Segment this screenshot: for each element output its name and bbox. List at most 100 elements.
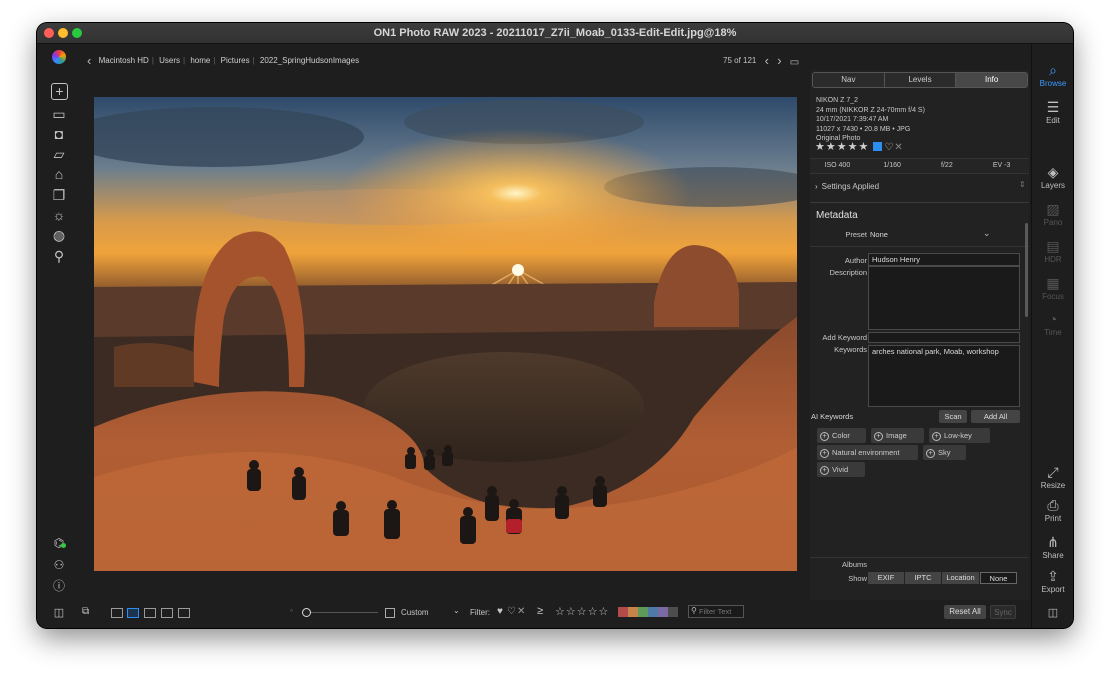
ai-keyword-chip[interactable]: + Color (817, 428, 866, 443)
hdr-tool[interactable]: ▤ HDR (1032, 238, 1073, 264)
thumb-size-knob[interactable] (302, 608, 311, 617)
person-icon[interactable]: ⚇ (50, 556, 68, 574)
star-icon[interactable]: ★ (859, 141, 870, 153)
filter-text-box[interactable]: ⚲ (688, 605, 744, 618)
keywords-field[interactable]: arches national park, Moab, workshop (868, 345, 1020, 407)
star-icon[interactable]: ★ (837, 141, 848, 153)
monitor-icon[interactable]: ▭ (50, 105, 68, 123)
folder-cloud-icon[interactable]: ▱ (50, 145, 68, 163)
print-tool[interactable]: ⎙ Print (1032, 497, 1073, 523)
color-filter-none[interactable] (668, 607, 678, 617)
add-all-button[interactable]: Add All (971, 410, 1020, 423)
right-panel-toggle[interactable]: ◫ (1032, 605, 1073, 622)
reset-all-button[interactable]: Reset All (944, 605, 986, 619)
chevron-right-icon: › (815, 182, 818, 191)
status-dot (61, 543, 66, 548)
star-icon[interactable]: ★ (848, 141, 859, 153)
breadcrumb-item[interactable]: Pictures (221, 56, 250, 65)
show-location-button[interactable]: Location (942, 572, 980, 584)
focus-tool[interactable]: ▦ Focus (1032, 275, 1073, 301)
albums-icon[interactable]: ❐ (50, 186, 68, 204)
plugin-icon[interactable]: ⌬ (50, 534, 68, 552)
filter-stars[interactable]: ☆☆☆☆☆ (555, 605, 609, 618)
app-window: ON1 Photo RAW 2023 - 20211017_Z7ii_Moab_… (37, 23, 1073, 628)
filmstrip-toggle-icon[interactable]: ⧉ (82, 606, 89, 617)
file-dimensions: 11027 x 7430 • 20.8 MB • JPG (816, 125, 911, 133)
ai-keyword-chip[interactable]: + Vivid (817, 462, 865, 477)
left-panel-toggle-icon[interactable]: ◫ (50, 604, 68, 622)
pano-tool[interactable]: ▨ Pano (1032, 201, 1073, 227)
drive-icon[interactable]: ⌂ (50, 165, 68, 183)
show-iptc-button[interactable]: IPTC (905, 572, 942, 584)
filter-like-icon[interactable]: ♡ (507, 606, 516, 617)
layers-tool[interactable]: ◈ Layers (1032, 164, 1073, 190)
filmstrip-view-icon[interactable] (144, 608, 156, 618)
updown-icon[interactable]: ⇕ (1019, 180, 1026, 189)
chevron-down-icon[interactable]: ⌄ (983, 228, 991, 239)
breadcrumb-item[interactable]: home (190, 56, 210, 65)
pager: 75 of 121 ‹ › ▭ (723, 51, 799, 68)
breadcrumb-item[interactable]: Users (159, 56, 180, 65)
next-chevron-icon[interactable]: › (777, 53, 781, 68)
settings-applied-toggle[interactable]: › Settings Applied (815, 182, 879, 191)
tab-nav[interactable]: Nav (813, 73, 885, 87)
light-icon[interactable]: ☼ (50, 206, 68, 224)
panel-scrollbar[interactable] (1025, 223, 1028, 317)
add-keyword-field[interactable] (868, 332, 1020, 343)
tab-info[interactable]: Info (956, 73, 1027, 87)
thumb-size-slider[interactable] (303, 612, 378, 613)
share-tool[interactable]: ⋔ Share (1032, 534, 1073, 560)
sort-dropdown[interactable]: Custom (401, 608, 429, 617)
sync-button[interactable]: Sync (990, 605, 1016, 619)
compare-view-icon[interactable] (161, 608, 173, 618)
sort-checkbox[interactable] (385, 608, 395, 618)
folder-icon[interactable]: ▭ (790, 57, 799, 68)
filter-text-input[interactable] (699, 606, 742, 617)
color-label-swatch[interactable] (873, 142, 883, 151)
color-filter-green[interactable] (638, 607, 648, 617)
color-filter-purple[interactable] (658, 607, 668, 617)
add-icon[interactable]: + (51, 83, 68, 100)
rating-comparator[interactable]: ≥ (537, 605, 543, 617)
heart-icon[interactable]: ♡ (884, 142, 894, 153)
color-filter-red[interactable] (618, 607, 628, 617)
info-panel: Nav Levels Info NIKON Z 7_2 24 mm (NIKKO… (810, 70, 1029, 600)
browse-tool[interactable]: ⌕ Browse (1032, 62, 1073, 88)
ai-keyword-chip[interactable]: + Natural environment (817, 445, 918, 460)
sphere-icon[interactable]: ◍ (50, 226, 68, 244)
time-tool[interactable]: ◔ Time (1032, 311, 1073, 337)
star-rating[interactable]: ★★★★★ ♡✕ (815, 140, 904, 153)
search-icon[interactable]: ⚲ (50, 247, 68, 265)
color-filter-blue[interactable] (648, 607, 658, 617)
ai-keyword-chip[interactable]: + Low-key (929, 428, 990, 443)
breadcrumb-item[interactable]: 2022_SpringHudsonImages (260, 56, 359, 65)
reject-icon[interactable]: ✕ (894, 142, 903, 153)
camera-icon[interactable]: ◘ (50, 125, 68, 143)
chevron-down-icon[interactable]: ⌄ (453, 606, 460, 615)
star-icon[interactable]: ★ (815, 141, 826, 153)
back-chevron-icon[interactable]: ‹ (87, 53, 91, 68)
resize-tool[interactable]: ⤢ Resize (1032, 464, 1073, 490)
breadcrumb-item[interactable]: Macintosh HD (99, 56, 149, 65)
edit-tool[interactable]: ☰ Edit (1032, 99, 1073, 125)
star-icon[interactable]: ★ (826, 141, 837, 153)
filter-heart-icon[interactable]: ♥ (497, 606, 503, 617)
filter-reject-icon[interactable]: ✕ (517, 606, 525, 617)
export-tool[interactable]: ⇪ Export (1032, 568, 1073, 594)
show-none-button[interactable]: None (980, 572, 1017, 584)
show-exif-button[interactable]: EXIF (868, 572, 905, 584)
author-field[interactable]: Hudson Henry (868, 253, 1020, 266)
color-filter-orange[interactable] (628, 607, 638, 617)
prev-chevron-icon[interactable]: ‹ (765, 53, 769, 68)
map-view-icon[interactable] (178, 608, 190, 618)
detail-view-icon[interactable] (127, 608, 139, 618)
photo-preview[interactable] (94, 97, 797, 571)
tab-levels[interactable]: Levels (884, 73, 957, 87)
description-field[interactable] (868, 266, 1020, 330)
help-icon[interactable]: ⓘ (50, 577, 68, 595)
preset-dropdown[interactable]: None (870, 230, 888, 239)
ai-keyword-chip[interactable]: + Sky (923, 445, 966, 460)
grid-view-icon[interactable] (111, 608, 123, 618)
ai-keyword-chip[interactable]: + Image (871, 428, 924, 443)
scan-button[interactable]: Scan (939, 410, 967, 423)
